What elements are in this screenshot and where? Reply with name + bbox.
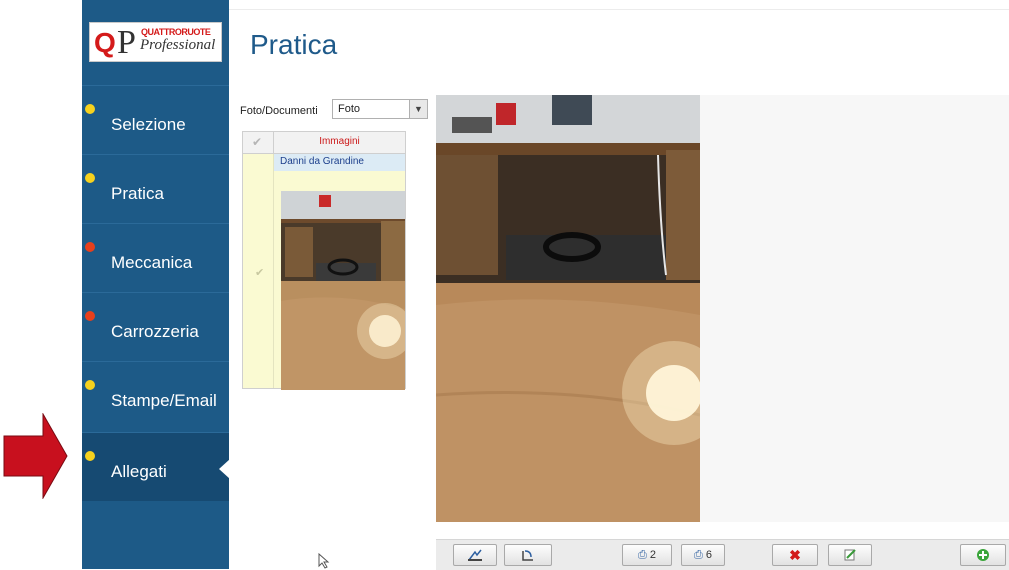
row-check-icon[interactable]: ✔ (255, 266, 264, 279)
image-thumbnail[interactable] (281, 191, 405, 390)
bottom-toolbar: ⎙ 2 ⎙ 6 ✖ (436, 539, 1009, 570)
add-button[interactable] (960, 544, 1006, 566)
mouse-cursor-icon (318, 553, 330, 569)
sidebar-item-label: Allegati (111, 462, 167, 481)
printer-icon: ⎙ (638, 549, 647, 561)
sidebar: Q P QUATTRORUOTE Professional Selezione … (82, 0, 230, 569)
sidebar-item-allegati[interactable]: Allegati (82, 432, 230, 501)
sidebar-item-meccanica[interactable]: Meccanica (82, 223, 229, 292)
sidebar-item-selezione[interactable]: Selezione (82, 85, 229, 154)
sidebar-item-label: Pratica (111, 184, 164, 203)
chevron-down-icon[interactable]: ▼ (409, 100, 427, 118)
table-row[interactable]: ✔ Danni da Grandine (243, 154, 405, 390)
logo-brand-bottom: Professional (140, 37, 216, 53)
status-dot-red (85, 242, 95, 252)
print-button-1[interactable]: ⎙ 2 (622, 544, 672, 566)
sidebar-item-label: Carrozzeria (111, 322, 199, 341)
column-separator (273, 154, 274, 388)
rotate-icon (522, 550, 533, 561)
sidebar-item-label: Stampe/Email (111, 391, 217, 410)
top-divider (229, 9, 1009, 10)
logo-q: Q (94, 27, 116, 58)
print-button-2[interactable]: ⎙ 6 (681, 544, 725, 566)
app-logo: Q P QUATTRORUOTE Professional (89, 22, 222, 62)
image-caption: Danni da Grandine (274, 154, 405, 171)
attachments-list-panel: Foto/Documenti Foto ▼ ✔ Immagini ✔ Danni… (236, 95, 432, 569)
close-icon: ✖ (789, 547, 801, 563)
printer-icon: ⎙ (694, 549, 703, 561)
page-title: Pratica (250, 29, 338, 60)
status-dot-yellow (85, 451, 95, 461)
logo-brand-top: QUATTRORUOTE (141, 27, 211, 37)
select-all-check-icon[interactable]: ✔ (252, 135, 262, 149)
photo-preview (436, 95, 700, 522)
rotate-button[interactable] (504, 544, 552, 566)
status-dot-yellow (85, 104, 95, 114)
active-indicator (219, 459, 230, 479)
print-count-1: 2 (649, 549, 656, 561)
delete-button[interactable]: ✖ (772, 544, 818, 566)
status-dot-yellow (85, 173, 95, 183)
edit-icon (844, 549, 856, 561)
grid-header: ✔ Immagini (243, 132, 405, 154)
sidebar-item-carrozzeria[interactable]: Carrozzeria (82, 292, 229, 361)
status-dot-yellow (85, 380, 95, 390)
sidebar-item-pratica[interactable]: Pratica (82, 154, 229, 223)
red-arrow-annotation (3, 413, 68, 499)
logo-p: P (117, 24, 136, 61)
filter-label: Foto/Documenti (240, 105, 318, 117)
status-dot-red (85, 311, 95, 321)
filter-select-value: Foto (338, 103, 361, 115)
preview-background (700, 95, 1009, 522)
images-grid: ✔ Immagini ✔ Danni da Grandine (242, 131, 406, 390)
sidebar-item-stampe-email[interactable]: Stampe/Email (82, 361, 229, 430)
sidebar-item-label: Selezione (111, 115, 186, 134)
grid-header-title: Immagini (319, 136, 360, 147)
filter-select[interactable]: Foto ▼ (332, 99, 428, 119)
print-count-2: 6 (705, 549, 712, 561)
crop-icon (468, 549, 482, 562)
add-icon (977, 549, 989, 562)
edit-button[interactable] (828, 544, 872, 566)
sidebar-item-label: Meccanica (111, 253, 193, 272)
crop-button[interactable] (453, 544, 497, 566)
